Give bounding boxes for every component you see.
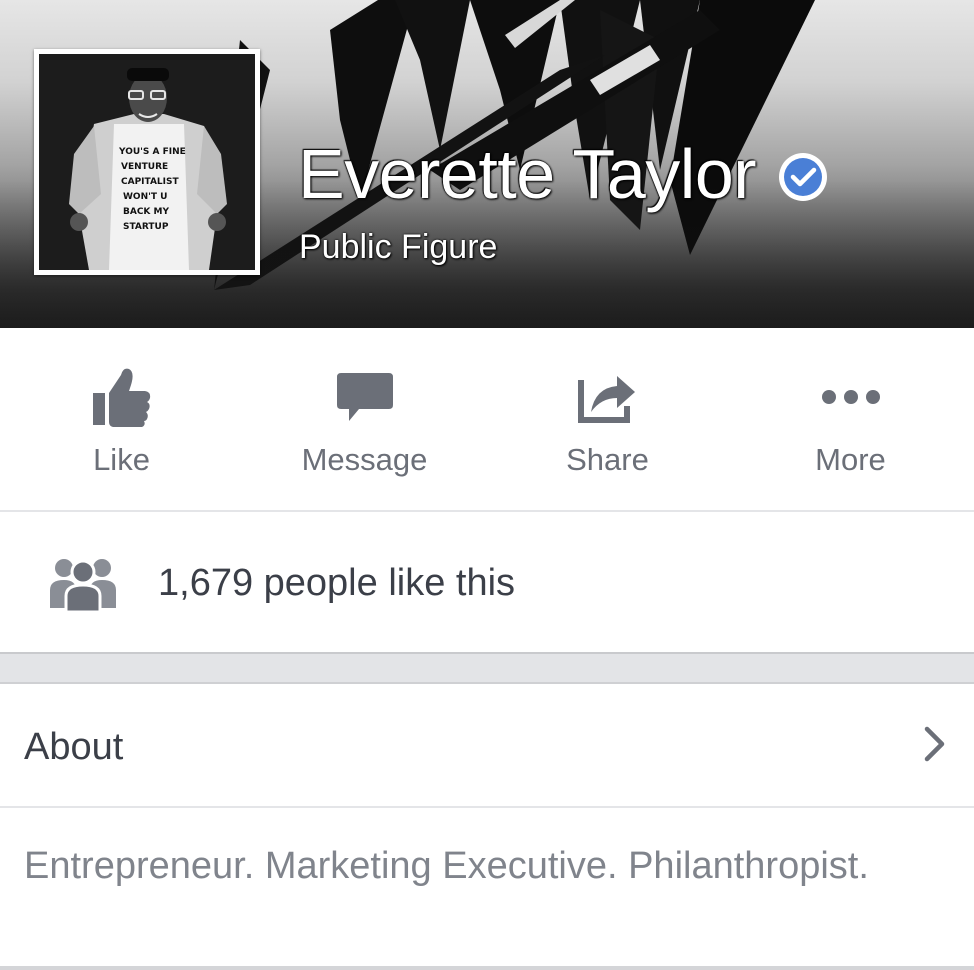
shirt-text-line: YOU'S A FINE: [118, 147, 186, 157]
shirt-text-line: BACK MY: [123, 207, 169, 217]
shirt-text-line: VENTURE: [121, 162, 168, 172]
about-section-body: Entrepreneur. Marketing Executive. Phila…: [0, 808, 974, 970]
message-label: Message: [301, 442, 428, 477]
profile-photo: YOU'S A FINE VENTURE CAPITALIST WON'T U …: [39, 54, 255, 270]
shirt-text-line: WON'T U: [123, 192, 167, 202]
share-arrow-icon: [573, 362, 643, 432]
facebook-page-view: YOU'S A FINE VENTURE CAPITALIST WON'T U …: [0, 0, 974, 970]
likes-row[interactable]: 1,679 people like this: [0, 512, 974, 652]
share-label: Share: [566, 442, 649, 477]
chevron-right-icon: [924, 726, 945, 762]
message-button[interactable]: Message: [243, 328, 486, 510]
ellipsis-icon: [816, 362, 886, 432]
about-description: Entrepreneur. Marketing Executive. Phila…: [24, 845, 869, 887]
likes-count-text: 1,679 people like this: [158, 562, 516, 604]
verified-badge-icon: [779, 153, 828, 201]
page-category: Public Figure: [299, 228, 498, 266]
shirt-text-line: STARTUP: [123, 222, 169, 232]
speech-bubble-icon: [330, 362, 400, 432]
page-name-row: Everette Taylor: [298, 134, 828, 214]
profile-picture[interactable]: YOU'S A FINE VENTURE CAPITALIST WON'T U …: [34, 49, 260, 275]
about-title: About: [24, 726, 124, 768]
section-separator: [0, 652, 974, 684]
more-label: More: [815, 442, 886, 477]
like-label: Like: [93, 442, 150, 477]
shirt-text-line: CAPITALIST: [121, 177, 179, 187]
more-button[interactable]: More: [729, 328, 972, 510]
action-bar: Like Message Share More: [0, 328, 974, 512]
bottom-divider: [0, 966, 974, 970]
like-button[interactable]: Like: [0, 328, 243, 510]
page-name: Everette Taylor: [298, 135, 757, 213]
people-icon: [50, 559, 116, 612]
thumbs-up-icon: [87, 362, 157, 432]
about-section-header[interactable]: About: [0, 684, 974, 808]
share-button[interactable]: Share: [486, 328, 729, 510]
